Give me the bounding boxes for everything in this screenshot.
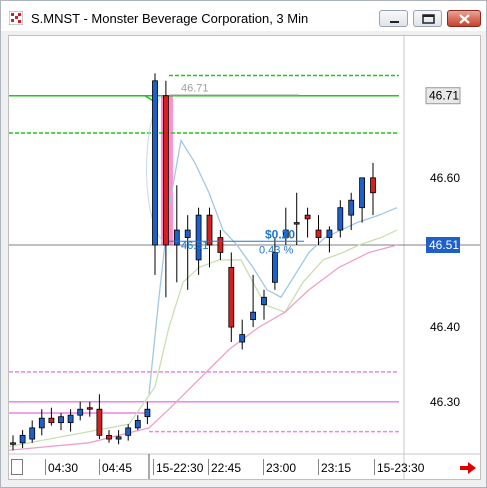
time-tick-mark xyxy=(99,459,100,475)
time-tick-label: 23:15 xyxy=(321,461,352,475)
chart-scroll-handle[interactable] xyxy=(11,459,23,475)
candle-body xyxy=(134,420,141,429)
candle-body xyxy=(38,417,45,429)
candle-body xyxy=(239,334,246,343)
price-tick-label: 46.40 xyxy=(430,320,460,334)
candle-body xyxy=(96,408,103,436)
start-price-note: 46.51 xyxy=(181,240,209,252)
time-tick-mark xyxy=(45,459,46,475)
title-bar[interactable]: S.MNST - Monster Beverage Corporation, 3… xyxy=(1,1,486,31)
candle-body xyxy=(86,407,93,410)
time-tick-label: 04:45 xyxy=(102,461,133,475)
candle-body xyxy=(48,417,55,424)
minimize-button[interactable] xyxy=(379,10,408,27)
candle-body xyxy=(359,177,366,209)
candle-body xyxy=(293,222,300,225)
candle-body xyxy=(29,427,36,440)
candle-body xyxy=(250,311,257,321)
scroll-right-arrow-icon[interactable] xyxy=(459,461,477,475)
level-price-label: 46.71 xyxy=(429,89,459,103)
candle-body xyxy=(184,229,191,238)
window-title: S.MNST - Monster Beverage Corporation, 3… xyxy=(31,11,309,26)
chart-window: S.MNST - Monster Beverage Corporation, 3… xyxy=(0,0,487,488)
candle-body xyxy=(217,237,224,253)
restore-icon xyxy=(422,14,435,24)
close-icon xyxy=(459,14,470,24)
slow-moving-average-line xyxy=(8,244,398,451)
time-tick-label: 15-22:30 xyxy=(156,461,204,475)
level-connector-line xyxy=(9,94,158,104)
time-tick-mark xyxy=(374,459,375,475)
candle-body xyxy=(261,296,267,306)
candle-body xyxy=(315,229,322,238)
candle-body xyxy=(152,80,158,246)
candle-body xyxy=(106,434,112,440)
candle-body xyxy=(10,442,16,445)
mid-moving-average-line xyxy=(8,229,398,448)
level-note-label: 46.71 xyxy=(181,83,209,95)
time-tick-label: 15-23:30 xyxy=(377,461,425,475)
price-chart[interactable]: 46.71 46.51 $0.20 0.43 % 46.71 46.60 46.51 46.4… xyxy=(8,36,480,479)
time-tick-label: 22:45 xyxy=(211,461,242,475)
candle-body xyxy=(370,177,376,194)
candle-body xyxy=(162,95,169,246)
minimize-icon xyxy=(390,21,399,23)
candle-body xyxy=(304,214,311,220)
restore-button[interactable] xyxy=(413,10,442,27)
candle-body xyxy=(173,229,180,246)
time-tick-mark xyxy=(318,459,319,475)
candle-body xyxy=(326,229,333,238)
current-price-label: 46.51 xyxy=(429,238,459,252)
change-abs-label: $0.20 xyxy=(265,227,295,241)
candle-body xyxy=(67,414,74,424)
chart-panel[interactable]: 46.71 46.51 $0.20 0.43 % 46.71 46.60 46.51 46.4… xyxy=(8,35,481,480)
price-tick-label: 46.60 xyxy=(430,171,460,185)
change-pct-label: 0.43 % xyxy=(259,244,293,256)
candle-body xyxy=(125,427,132,436)
close-button[interactable] xyxy=(447,10,481,27)
candle-body xyxy=(271,252,278,283)
candle-body xyxy=(115,436,122,440)
time-tick-mark xyxy=(153,459,154,475)
chart-app-icon xyxy=(9,11,23,25)
time-tick-label: 04:30 xyxy=(48,461,79,475)
candle-body xyxy=(195,214,202,261)
candle-body xyxy=(228,266,235,328)
time-tick-label: 23:00 xyxy=(266,461,297,475)
candle-body xyxy=(19,434,26,444)
time-tick-mark xyxy=(263,459,264,475)
price-tick-label: 46.30 xyxy=(430,395,460,409)
candle-body xyxy=(58,416,64,424)
candle-body xyxy=(348,199,355,216)
time-tick-mark xyxy=(208,459,209,475)
candle-body xyxy=(337,207,344,231)
candle-body xyxy=(77,408,84,416)
candle-body xyxy=(144,408,151,418)
